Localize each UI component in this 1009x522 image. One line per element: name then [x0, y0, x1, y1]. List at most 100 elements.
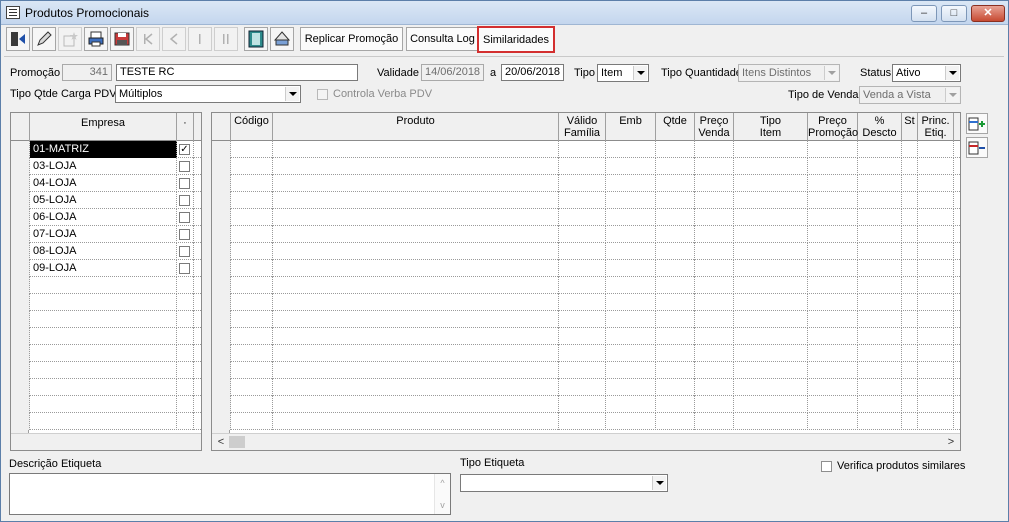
- row-indicator[interactable]: [11, 413, 30, 430]
- preview-button[interactable]: [270, 27, 294, 51]
- produtos-cell[interactable]: [695, 345, 734, 362]
- produtos-cell[interactable]: [858, 345, 902, 362]
- produtos-cell[interactable]: [695, 328, 734, 345]
- produtos-cell[interactable]: [808, 328, 858, 345]
- produtos-row[interactable]: [212, 260, 960, 277]
- empresa-name-cell[interactable]: [30, 362, 177, 379]
- produtos-cell[interactable]: [734, 260, 808, 277]
- empresa-row[interactable]: 07-LOJA: [11, 226, 201, 243]
- produtos-cell[interactable]: [656, 345, 695, 362]
- produtos-cell[interactable]: [918, 260, 954, 277]
- next-record-button[interactable]: [188, 27, 212, 51]
- produtos-row[interactable]: [212, 226, 960, 243]
- empresa-name-cell[interactable]: 05-LOJA: [30, 192, 177, 209]
- produtos-cell[interactable]: [858, 413, 902, 430]
- produtos-cell[interactable]: [606, 209, 656, 226]
- empresa-name-cell[interactable]: 03-LOJA: [30, 158, 177, 175]
- produtos-cell[interactable]: [902, 328, 918, 345]
- produtos-cell[interactable]: [734, 362, 808, 379]
- produtos-cell[interactable]: [656, 175, 695, 192]
- empresa-name-cell[interactable]: 06-LOJA: [30, 209, 177, 226]
- produtos-cell[interactable]: [734, 413, 808, 430]
- produtos-cell[interactable]: [902, 158, 918, 175]
- produtos-cell[interactable]: [695, 396, 734, 413]
- produtos-cell[interactable]: [734, 396, 808, 413]
- produtos-cell[interactable]: [606, 345, 656, 362]
- produtos-row[interactable]: [212, 396, 960, 413]
- tipo-select[interactable]: Item: [597, 64, 649, 82]
- first-record-button[interactable]: [136, 27, 160, 51]
- produtos-cell[interactable]: [808, 209, 858, 226]
- empresa-row[interactable]: 08-LOJA: [11, 243, 201, 260]
- empresa-check-cell[interactable]: [177, 328, 194, 345]
- produtos-cell[interactable]: [656, 209, 695, 226]
- produtos-cell[interactable]: [734, 226, 808, 243]
- empresa-row[interactable]: 05-LOJA: [11, 192, 201, 209]
- produtos-cell[interactable]: [918, 311, 954, 328]
- produtos-cell[interactable]: [858, 158, 902, 175]
- produtos-cell[interactable]: [606, 192, 656, 209]
- edit-button[interactable]: [32, 27, 56, 51]
- produtos-cell[interactable]: [606, 158, 656, 175]
- row-indicator[interactable]: [11, 226, 30, 243]
- empresa-check-cell[interactable]: [177, 209, 194, 226]
- produtos-cell[interactable]: [273, 362, 559, 379]
- produtos-cell[interactable]: [231, 396, 273, 413]
- tipo-quantidade-select[interactable]: Itens Distintos: [738, 64, 840, 82]
- produtos-row[interactable]: [212, 294, 960, 311]
- empresa-check-cell[interactable]: ✓: [177, 141, 194, 158]
- maximize-button[interactable]: □: [941, 5, 967, 22]
- produtos-column-header[interactable]: Princ. Etiq.: [918, 113, 954, 141]
- produtos-cell[interactable]: [656, 192, 695, 209]
- produtos-cell[interactable]: [808, 192, 858, 209]
- produtos-cell[interactable]: [734, 311, 808, 328]
- produtos-cell[interactable]: [734, 379, 808, 396]
- row-indicator[interactable]: [11, 175, 30, 192]
- save-button[interactable]: [110, 27, 134, 51]
- row-indicator[interactable]: [11, 141, 30, 158]
- produtos-cell[interactable]: [606, 243, 656, 260]
- produtos-cell[interactable]: [902, 209, 918, 226]
- produtos-cell[interactable]: [273, 226, 559, 243]
- produtos-cell[interactable]: [559, 243, 606, 260]
- row-indicator[interactable]: [11, 158, 30, 175]
- produtos-cell[interactable]: [231, 362, 273, 379]
- row-indicator[interactable]: [212, 141, 231, 158]
- produtos-cell[interactable]: [559, 328, 606, 345]
- produtos-cell[interactable]: [231, 294, 273, 311]
- produtos-cell[interactable]: [273, 345, 559, 362]
- produtos-row[interactable]: [212, 379, 960, 396]
- empresa-check-cell[interactable]: [177, 362, 194, 379]
- produtos-cell[interactable]: [808, 294, 858, 311]
- produtos-cell[interactable]: [918, 345, 954, 362]
- produtos-cell[interactable]: [918, 362, 954, 379]
- produtos-cell[interactable]: [559, 192, 606, 209]
- produtos-row[interactable]: [212, 345, 960, 362]
- new-item-button[interactable]: [58, 27, 82, 51]
- empresa-checkbox[interactable]: [179, 229, 190, 240]
- produtos-row[interactable]: [212, 311, 960, 328]
- produtos-cell[interactable]: [559, 158, 606, 175]
- similaridades-button[interactable]: Similaridades: [477, 26, 555, 53]
- produtos-cell[interactable]: [656, 311, 695, 328]
- produtos-cell[interactable]: [918, 243, 954, 260]
- produtos-cell[interactable]: [559, 226, 606, 243]
- produtos-cell[interactable]: [902, 345, 918, 362]
- produtos-column-header[interactable]: Preço Venda: [695, 113, 734, 141]
- empresa-row[interactable]: 04-LOJA: [11, 175, 201, 192]
- empresa-name-cell[interactable]: [30, 345, 177, 362]
- row-indicator[interactable]: [11, 345, 30, 362]
- produtos-cell[interactable]: [918, 277, 954, 294]
- empresa-row[interactable]: [11, 294, 201, 311]
- row-indicator[interactable]: [11, 294, 30, 311]
- produtos-cell[interactable]: [231, 141, 273, 158]
- produtos-cell[interactable]: [606, 413, 656, 430]
- produtos-cell[interactable]: [273, 379, 559, 396]
- empresa-name-cell[interactable]: 09-LOJA: [30, 260, 177, 277]
- produtos-column-header[interactable]: Válido Família: [559, 113, 606, 141]
- produtos-column-header[interactable]: Produto: [273, 113, 559, 141]
- produtos-cell[interactable]: [918, 413, 954, 430]
- produtos-cell[interactable]: [734, 345, 808, 362]
- produtos-cell[interactable]: [858, 277, 902, 294]
- produtos-row[interactable]: [212, 362, 960, 379]
